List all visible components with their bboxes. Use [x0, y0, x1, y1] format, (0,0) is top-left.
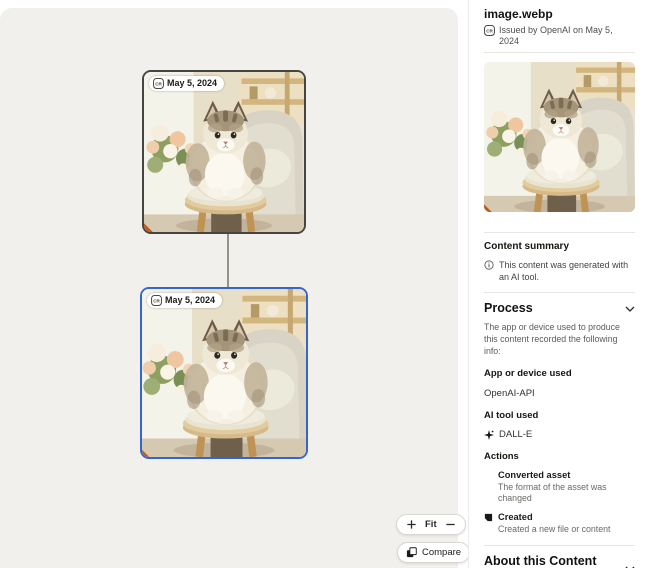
created-icon — [484, 513, 493, 522]
about-heading: About this Content Credential — [484, 554, 602, 568]
provenance-canvas[interactable]: May 5, 2024 May 5, 2024 Fit Compare — [0, 8, 458, 568]
compare-button-label: Compare — [422, 547, 461, 558]
chevron-down-icon — [625, 306, 635, 312]
info-icon — [484, 260, 494, 270]
cat-image — [144, 72, 304, 232]
credential-inspector-sidebar: image.webp Issued by OpenAI on May 5, 20… — [468, 0, 648, 568]
divider — [484, 545, 635, 546]
badge-date-label: May 5, 2024 — [167, 78, 217, 89]
provenance-connector-line — [227, 225, 229, 287]
provenance-node-source[interactable]: May 5, 2024 — [142, 70, 306, 234]
badge-date-label: May 5, 2024 — [165, 295, 215, 306]
action-detail: Created a new file or content — [498, 524, 635, 535]
provenance-node-selected[interactable]: May 5, 2024 — [140, 287, 308, 459]
credential-date-badge: May 5, 2024 — [147, 293, 222, 308]
zoom-in-button[interactable] — [406, 519, 417, 530]
action-detail: The format of the asset was changed — [498, 482, 635, 504]
action-title: Created — [498, 512, 533, 522]
process-description: The app or device used to produce this c… — [484, 321, 635, 357]
minus-icon — [445, 519, 456, 530]
content-summary-row: This content was generated with an AI to… — [484, 259, 635, 283]
cat-image — [142, 289, 306, 457]
content-summary-text: This content was generated with an AI to… — [499, 259, 635, 283]
cr-icon — [484, 25, 495, 36]
divider — [484, 292, 635, 293]
content-summary-heading: Content summary — [484, 241, 635, 252]
sparkle-icon — [484, 430, 494, 440]
action-item-created: Created Created a new file or content — [484, 512, 635, 535]
about-section-header[interactable]: About this Content Credential — [484, 554, 635, 568]
ai-tool-value: DALL-E — [499, 429, 532, 440]
compare-button[interactable]: Compare — [397, 542, 470, 563]
cr-icon — [151, 295, 162, 306]
plus-icon — [406, 519, 417, 530]
ai-tool-label: AI tool used — [484, 410, 635, 421]
issuer-summary-label: Issued by OpenAI on May 5, 2024 — [499, 25, 635, 47]
app-used-value: OpenAI-API — [484, 388, 635, 399]
action-item-converted: Converted asset The format of the asset … — [484, 470, 635, 504]
app-used-label: App or device used — [484, 368, 635, 379]
file-name-title: image.webp — [484, 7, 635, 21]
compare-icon — [406, 547, 417, 558]
cat-image — [484, 62, 635, 212]
fit-button[interactable]: Fit — [425, 519, 437, 530]
cr-icon — [153, 78, 164, 89]
divider — [484, 232, 635, 233]
zoom-out-button[interactable] — [445, 519, 456, 530]
process-heading: Process — [484, 301, 533, 316]
ai-tool-row: DALL-E — [484, 429, 635, 440]
actions-label: Actions — [484, 451, 635, 462]
divider — [484, 52, 635, 53]
issuer-summary-row: Issued by OpenAI on May 5, 2024 — [484, 25, 635, 47]
credential-date-badge: May 5, 2024 — [149, 76, 224, 91]
asset-thumbnail — [484, 62, 635, 212]
zoom-controls: Fit — [396, 514, 466, 535]
action-title: Converted asset — [498, 470, 635, 480]
process-section-header[interactable]: Process — [484, 301, 635, 316]
